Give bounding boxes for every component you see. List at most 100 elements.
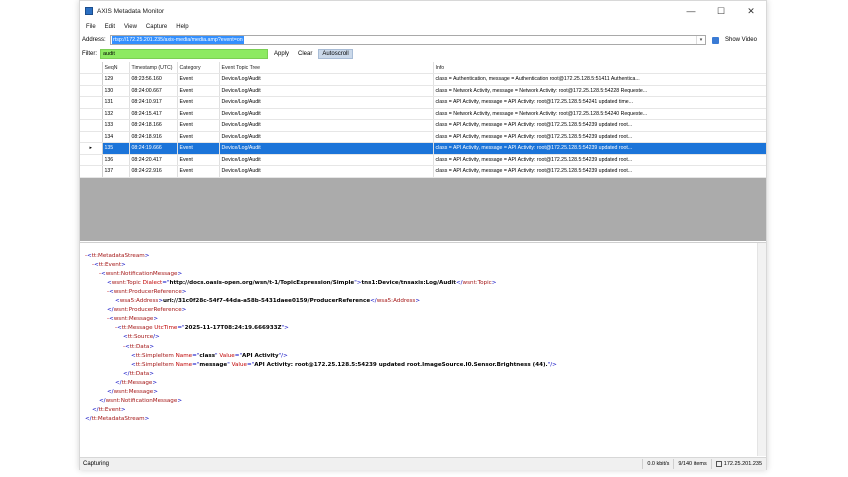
cell-seqn[interactable]: 133 (102, 119, 130, 132)
cell-seqn[interactable]: 132 (102, 108, 130, 120)
row-header[interactable] (80, 96, 103, 109)
table-row[interactable]: 131 08:24:10.917 Event Device/Log/Audit clas… (80, 96, 766, 109)
cell-info[interactable]: class = Network Activity, message = Netw… (433, 85, 766, 97)
cell-seqn[interactable]: 131 (102, 96, 130, 109)
cell-topic[interactable]: Device/Log/Audit (219, 85, 434, 97)
menu-file[interactable]: File (86, 24, 96, 30)
menu-view[interactable]: View (124, 24, 137, 30)
column-header-topic[interactable]: Event Topic Tree (219, 62, 434, 74)
cell-category[interactable]: Event (177, 73, 220, 86)
connect-icon[interactable] (712, 36, 719, 44)
maximize-button[interactable]: ☐ (706, 1, 736, 21)
cell-seqn[interactable]: 136 (102, 154, 130, 166)
table-row[interactable]: 132 08:24:15.417 Event Device/Log/Audit clas… (80, 108, 766, 120)
table-row[interactable]: 130 08:24:00.667 Event Device/Log/Audit clas… (80, 85, 766, 97)
row-header[interactable] (80, 73, 103, 86)
cell-topic[interactable]: Device/Log/Audit (219, 96, 434, 109)
table-row[interactable]: 137 08:24:22.916 Event Device/Log/Audit clas… (80, 165, 766, 178)
row-header[interactable] (80, 154, 103, 166)
menu-capture[interactable]: Capture (146, 24, 167, 30)
xml-token: </ (99, 397, 106, 404)
cell-info[interactable]: class = API Activity, message = API Acti… (433, 119, 766, 132)
row-header[interactable] (80, 85, 103, 97)
column-header-info[interactable]: Info (433, 62, 766, 74)
cell-timestamp[interactable]: 08:24:10.917 (129, 96, 178, 109)
cell-seqn[interactable]: 137 (102, 165, 130, 178)
cell-timestamp[interactable]: 08:24:19.666 (129, 142, 178, 155)
xml-token: Name (175, 361, 193, 368)
minimize-button[interactable]: — (676, 1, 706, 21)
xml-line: </tt:Data> (123, 370, 154, 379)
cell-category[interactable]: Event (177, 165, 220, 178)
cell-timestamp[interactable]: 08:24:00.667 (129, 85, 178, 97)
xml-line: -<tt:Message UtcTime="2025-11-17T08:24:1… (115, 324, 289, 333)
cell-timestamp[interactable]: 08:23:56.160 (129, 73, 178, 86)
close-button[interactable]: ✕ (736, 1, 766, 21)
cell-info[interactable]: class = API Activity, message = API Acti… (433, 131, 766, 143)
cell-category[interactable]: Event (177, 154, 220, 166)
table-row[interactable]: 133 08:24:18.166 Event Device/Log/Audit clas… (80, 119, 766, 132)
apply-button[interactable]: Apply (271, 49, 292, 59)
xml-token: </ (92, 406, 99, 413)
cell-info[interactable]: class = Authentication, message = Authen… (433, 73, 766, 86)
cell-timestamp[interactable]: 08:24:22.916 (129, 165, 178, 178)
xml-token: "/> (547, 361, 557, 368)
table-row[interactable]: 136 08:24:20.417 Event Device/Log/Audit clas… (80, 154, 766, 166)
cell-category[interactable]: Event (177, 96, 220, 109)
cell-seqn[interactable]: 134 (102, 131, 130, 143)
cell-info[interactable]: class = API Activity, message = API Acti… (433, 154, 766, 166)
address-value[interactable]: rtsp://172.25.201.235/axis-media/media.a… (112, 36, 244, 44)
cell-info[interactable]: class = API Activity, message = API Acti… (433, 165, 766, 178)
filter-input[interactable]: audit (100, 49, 268, 59)
clear-button[interactable]: Clear (295, 49, 315, 59)
xml-line: <tt:SimpleItem Name="class" Value="API A… (131, 352, 288, 361)
address-input[interactable]: rtsp://172.25.201.235/axis-media/media.a… (110, 35, 706, 45)
cell-category[interactable]: Event (177, 142, 220, 155)
cell-seqn[interactable]: 135 (102, 142, 130, 155)
vertical-scrollbar[interactable] (757, 243, 766, 456)
column-header-category[interactable]: Category (177, 62, 220, 74)
show-video-button[interactable]: Show Video (725, 37, 757, 43)
cell-category[interactable]: Event (177, 85, 220, 97)
column-header-seqn[interactable]: SeqN (102, 62, 130, 74)
row-header[interactable] (80, 119, 103, 132)
column-header-timestamp[interactable]: Timestamp (UTC) (129, 62, 178, 74)
cell-timestamp[interactable]: 08:24:18.166 (129, 119, 178, 132)
menu-help[interactable]: Help (176, 24, 188, 30)
cell-info[interactable]: class = API Activity, message = API Acti… (433, 142, 766, 155)
row-header[interactable] (80, 165, 103, 178)
cell-topic[interactable]: Device/Log/Audit (219, 108, 434, 120)
cell-category[interactable]: Event (177, 131, 220, 143)
menu-edit[interactable]: Edit (105, 24, 115, 30)
row-header[interactable]: ▸ (80, 142, 103, 155)
cell-category[interactable]: Event (177, 108, 220, 120)
cell-category[interactable]: Event (177, 119, 220, 132)
cell-seqn[interactable]: 129 (102, 73, 130, 86)
xml-viewer[interactable]: -<tt:MetadataStream> -<tt:Event> -<wsnt:No… (80, 242, 766, 456)
xml-token: </ (85, 415, 92, 422)
cell-topic[interactable]: Device/Log/Audit (219, 142, 434, 155)
xml-token: http://docs.oasis-open.org/wsn/t-1/Topic… (169, 280, 355, 287)
cell-topic[interactable]: Device/Log/Audit (219, 165, 434, 178)
cell-info[interactable]: class = Network Activity, message = Netw… (433, 108, 766, 120)
row-header[interactable] (80, 131, 103, 143)
cell-info[interactable]: class = API Activity, message = API Acti… (433, 96, 766, 109)
row-header[interactable] (80, 108, 103, 120)
xml-token: tt:Source (127, 334, 154, 341)
cell-seqn[interactable]: 130 (102, 85, 130, 97)
cell-topic[interactable]: Device/Log/Audit (219, 154, 434, 166)
cell-topic[interactable]: Device/Log/Audit (219, 119, 434, 132)
autoscroll-toggle[interactable]: Autoscroll (318, 49, 353, 59)
chevron-down-icon[interactable]: ▾ (696, 36, 705, 44)
cell-timestamp[interactable]: 08:24:15.417 (129, 108, 178, 120)
table-row[interactable]: 134 08:24:18.916 Event Device/Log/Audit clas… (80, 131, 766, 143)
cell-topic[interactable]: Device/Log/Audit (219, 73, 434, 86)
cell-timestamp[interactable]: 08:24:18.916 (129, 131, 178, 143)
xml-token: > (491, 280, 497, 287)
table-row[interactable]: ▸ 135 08:24:19.666 Event Device/Log/Audit cla… (80, 142, 766, 155)
table-row[interactable]: 129 08:23:56.160 Event Device/Log/Audit clas… (80, 73, 766, 86)
cell-topic[interactable]: Device/Log/Audit (219, 131, 434, 143)
cell-timestamp[interactable]: 08:24:20.417 (129, 154, 178, 166)
title-bar[interactable]: AXIS Metadata Monitor — ☐ ✕ (80, 1, 766, 21)
xml-token: > (120, 406, 126, 413)
